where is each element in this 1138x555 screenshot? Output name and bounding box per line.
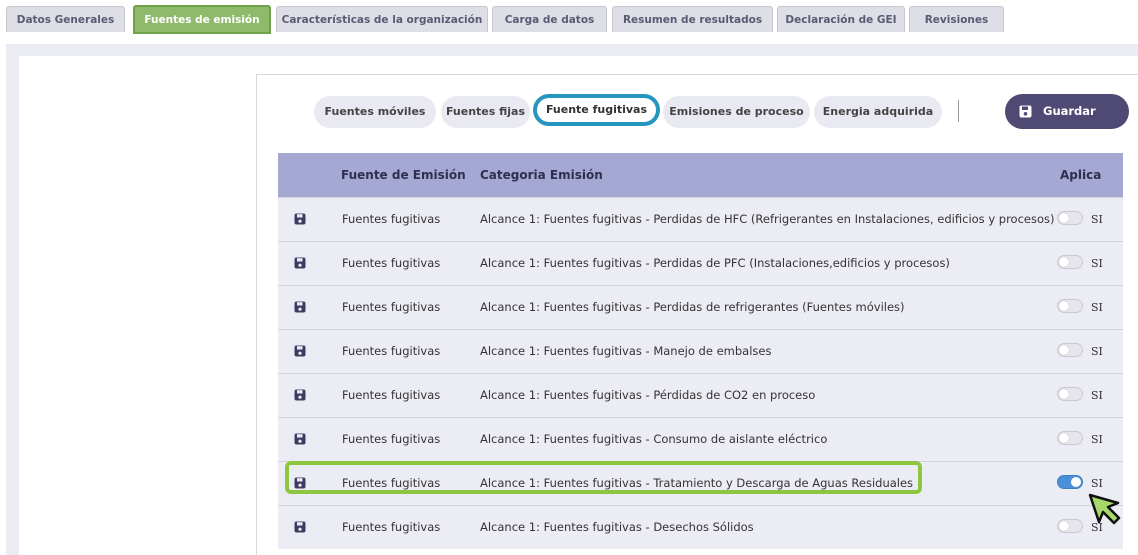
header-fuente-emision: Fuente de Emisión: [341, 168, 466, 182]
aplica-label: SI: [1091, 389, 1103, 402]
cell-fuente: Fuentes fugitivas: [342, 520, 441, 534]
cell-fuente: Fuentes fugitivas: [342, 432, 441, 446]
content-frame-top: [6, 44, 1138, 56]
tab-revisiones[interactable]: Revisiones: [909, 6, 1004, 32]
save-row-icon[interactable]: [294, 389, 306, 401]
table-header: Fuente de Emisión Categoria Emisión Apli…: [278, 153, 1123, 197]
toggle-knob: [1059, 213, 1069, 223]
aplica-toggle[interactable]: [1057, 299, 1083, 313]
toggle-knob: [1059, 521, 1069, 531]
tab-carga-de-datos[interactable]: Carga de datos: [492, 6, 607, 32]
cell-categoria: Alcance 1: Fuentes fugitivas - Consumo d…: [480, 432, 828, 446]
subtab-fuentes-fijas[interactable]: Fuentes fijas: [441, 96, 530, 128]
header-categoria-emision: Categoria Emisión: [480, 168, 603, 182]
subtab-energia-adquirida[interactable]: Energia adquirida: [814, 96, 942, 128]
cell-fuente: Fuentes fugitivas: [342, 344, 441, 358]
save-row-icon[interactable]: [294, 345, 306, 357]
subtab-emisiones-de-proceso[interactable]: Emisiones de proceso: [663, 96, 810, 128]
cell-categoria: Alcance 1: Fuentes fugitivas - Perdidas …: [480, 256, 950, 270]
toggle-knob: [1071, 477, 1081, 487]
floppy-disk-icon: [1019, 105, 1032, 118]
cell-categoria: Alcance 1: Fuentes fugitivas - Pérdidas …: [480, 388, 816, 402]
table-row: Fuentes fugitivas Alcance 1: Fuentes fugi…: [278, 285, 1123, 329]
aplica-toggle[interactable]: [1057, 387, 1083, 401]
cell-categoria: Alcance 1: Fuentes fugitivas - Manejo de…: [480, 344, 772, 358]
cell-categoria: Alcance 1: Fuentes fugitivas - Desechos …: [480, 520, 754, 534]
toggle-knob: [1059, 345, 1069, 355]
table-row: Fuentes fugitivas Alcance 1: Fuentes fugi…: [278, 373, 1123, 417]
aplica-label: SI: [1091, 257, 1103, 270]
aplica-toggle[interactable]: [1057, 519, 1083, 533]
aplica-toggle[interactable]: [1057, 475, 1083, 489]
mouse-pointer-icon: [1088, 493, 1121, 525]
tab-fuentes-de-emision[interactable]: Fuentes de emisión: [133, 5, 271, 34]
content-frame-left: [6, 44, 19, 555]
aplica-toggle[interactable]: [1057, 255, 1083, 269]
aplica-toggle[interactable]: [1057, 431, 1083, 445]
cell-fuente: Fuentes fugitivas: [342, 300, 441, 314]
table-row: Fuentes fugitivas Alcance 1: Fuentes fugi…: [278, 417, 1123, 461]
aplica-label: SI: [1091, 433, 1103, 446]
cell-fuente: Fuentes fugitivas: [342, 256, 441, 270]
table-row: Fuentes fugitivas Alcance 1: Fuentes fugi…: [278, 197, 1123, 241]
save-row-icon[interactable]: [294, 521, 306, 533]
header-aplica: Aplica: [1060, 168, 1102, 182]
aplica-label: SI: [1091, 213, 1103, 226]
aplica-label: SI: [1091, 301, 1103, 314]
save-all-button[interactable]: Guardar todo: [1005, 94, 1129, 153]
save-row-icon[interactable]: [294, 257, 306, 269]
table-row: Fuentes fugitivas Alcance 1: Fuentes fugi…: [278, 505, 1123, 549]
save-row-icon[interactable]: [294, 433, 306, 445]
aplica-toggle[interactable]: [1057, 343, 1083, 357]
subtab-fuente-fugitivas[interactable]: Fuente fugitivas: [533, 94, 660, 126]
aplica-label: SI: [1091, 345, 1103, 358]
subtab-separator: [958, 100, 959, 122]
cell-fuente: Fuentes fugitivas: [342, 212, 441, 226]
subtab-fuentes-moviles[interactable]: Fuentes móviles: [314, 96, 436, 128]
table-row: Fuentes fugitivas Alcance 1: Fuentes fugi…: [278, 329, 1123, 373]
cell-categoria: Alcance 1: Fuentes fugitivas - Perdidas …: [480, 212, 1055, 226]
toggle-knob: [1059, 257, 1069, 267]
tab-caracteristicas-organizacion[interactable]: Características de la organización: [276, 6, 488, 32]
toggle-knob: [1059, 389, 1069, 399]
aplica-toggle[interactable]: [1057, 211, 1083, 225]
tab-datos-generales[interactable]: Datos Generales: [6, 6, 125, 32]
cell-fuente: Fuentes fugitivas: [342, 388, 441, 402]
toggle-knob: [1059, 433, 1069, 443]
tab-resumen-resultados[interactable]: Resumen de resultados: [612, 6, 773, 32]
save-row-icon[interactable]: [294, 213, 306, 225]
toggle-knob: [1059, 301, 1069, 311]
highlight-row-annotation: [285, 461, 922, 494]
save-row-icon[interactable]: [294, 301, 306, 313]
tab-declaracion-gei[interactable]: Declaración de GEI: [777, 6, 905, 32]
cell-categoria: Alcance 1: Fuentes fugitivas - Perdidas …: [480, 300, 905, 314]
table-row: Fuentes fugitivas Alcance 1: Fuentes fugi…: [278, 241, 1123, 285]
